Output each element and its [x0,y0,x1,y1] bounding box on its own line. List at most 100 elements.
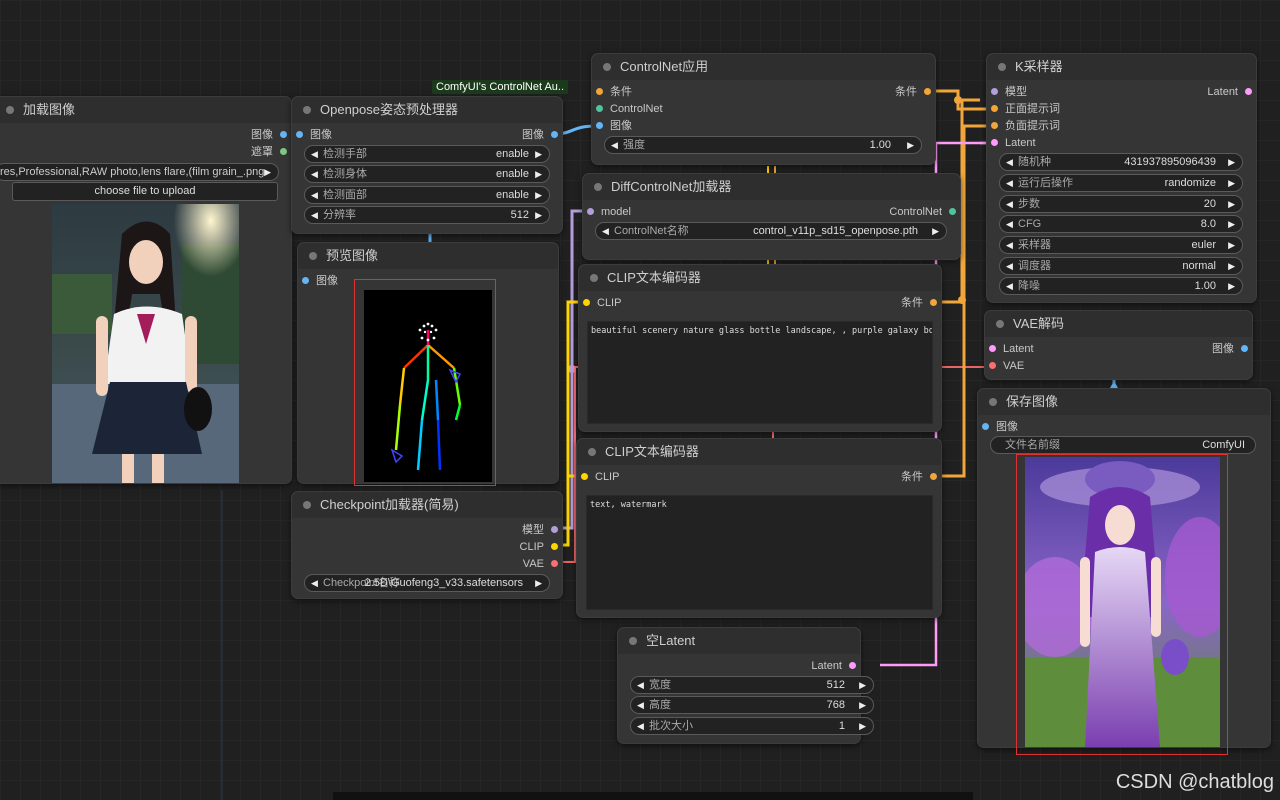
arrow-right-icon[interactable]: ▶ [535,166,542,182]
input-latent[interactable]: Latent [985,341,1034,357]
collapse-dot-icon[interactable] [998,63,1006,71]
steps-input[interactable]: ◀ 步数 20 ▶ [999,195,1243,213]
node-title[interactable]: 加载图像 [0,97,291,123]
arrow-right-icon[interactable]: ▶ [907,137,914,153]
output-controlnet[interactable]: ControlNet [889,204,960,220]
port-dot-icon[interactable] [982,423,989,430]
openpose-node[interactable]: Openpose姿态预处理器 图像 图像 ◀ 检测手部 enable ▶ ◀ 检测身体 e… [291,96,563,234]
arrow-right-icon[interactable]: ▶ [1228,175,1235,191]
port-dot-icon[interactable] [583,299,590,306]
collapse-dot-icon[interactable] [996,320,1004,328]
input-vae[interactable]: VAE [985,358,1024,374]
port-dot-icon[interactable] [949,208,956,215]
collapse-dot-icon[interactable] [603,63,611,71]
input-image[interactable]: 图像 [592,118,632,134]
controlnet-apply-node[interactable]: ControlNet应用 条件 条件 ControlNet 图像 ◀ 强度 1.00… [591,53,936,165]
input-clip[interactable]: CLIP [579,295,621,311]
node-title[interactable]: 预览图像 [298,243,558,269]
node-title[interactable]: Openpose姿态预处理器 [292,97,562,123]
control-after-generate-select[interactable]: ◀ 运行后操作 randomize ▶ [999,174,1243,192]
arrow-right-icon[interactable]: ▶ [1228,196,1235,212]
output-image[interactable]: 图像 [522,127,562,143]
port-dot-icon[interactable] [581,473,588,480]
image-file-select[interactable]: res,Professional,RAW photo,lens flare,(f… [0,163,279,181]
input-conditioning[interactable]: 条件 [592,84,632,100]
prompt-textarea[interactable]: text, watermark [586,495,933,610]
sampler-select[interactable]: ◀ 采样器 euler ▶ [999,236,1243,254]
filename-prefix-input[interactable]: 文件名前缀 ComfyUI [990,436,1256,454]
output-vae[interactable]: VAE [523,556,562,572]
upload-button[interactable]: choose file to upload [12,182,278,201]
diff-controlnet-loader-node[interactable]: DiffControlNet加载器 model ControlNet ◀ Cont… [582,173,961,260]
batch-size-input[interactable]: ◀ 批次大小 1 ▶ [630,717,874,735]
arrow-left-icon[interactable]: ◀ [1006,154,1013,170]
node-title[interactable]: K采样器 [987,54,1256,80]
arrow-left-icon[interactable]: ◀ [1006,216,1013,232]
output-conditioning[interactable]: 条件 [895,84,935,100]
checkpoint-loader-node[interactable]: Checkpoint加载器(简易) 模型 CLIP VAE ◀ Checkpoin… [291,491,563,599]
seed-input[interactable]: ◀ 随机种 431937895096439 ▶ [999,153,1243,171]
arrow-left-icon[interactable]: ◀ [602,223,609,239]
output-latent[interactable]: Latent [1207,84,1256,100]
arrow-right-icon[interactable]: ▶ [535,146,542,162]
output-image[interactable]: 图像 [251,127,291,143]
output-latent[interactable]: Latent [811,658,860,674]
collapse-dot-icon[interactable] [594,183,602,191]
input-latent[interactable]: Latent [987,135,1036,151]
port-dot-icon[interactable] [302,277,309,284]
preview-image-node[interactable]: 预览图像 图像 [297,242,559,486]
arrow-left-icon[interactable]: ◀ [637,718,644,734]
save-image-node[interactable]: 保存图像 图像 文件名前缀 ComfyUI [977,388,1271,755]
arrow-left-icon[interactable]: ◀ [311,187,318,203]
port-dot-icon[interactable] [1241,345,1248,352]
port-dot-icon[interactable] [849,662,856,669]
vae-decode-node[interactable]: VAE解码 Latent 图像 VAE [984,310,1253,380]
input-controlnet[interactable]: ControlNet [592,101,663,117]
input-image[interactable]: 图像 [292,127,332,143]
port-dot-icon[interactable] [930,473,937,480]
arrow-right-icon[interactable]: ▶ [1228,258,1235,274]
port-dot-icon[interactable] [296,131,303,138]
port-dot-icon[interactable] [551,543,558,550]
port-dot-icon[interactable] [991,122,998,129]
collapse-dot-icon[interactable] [590,274,598,282]
collapse-dot-icon[interactable] [303,106,311,114]
collapse-dot-icon[interactable] [989,398,997,406]
arrow-right-icon[interactable]: ▶ [932,223,939,239]
detect-face-select[interactable]: ◀ 检测面部 enable ▶ [304,186,550,204]
controlnet-name-select[interactable]: ◀ ControlNet名称 control_v11p_sd15_openpose.… [595,222,947,240]
port-dot-icon[interactable] [991,105,998,112]
resolution-input[interactable]: ◀ 分辨率 512 ▶ [304,206,550,224]
collapse-dot-icon[interactable] [6,106,14,114]
node-title[interactable]: VAE解码 [985,311,1252,337]
node-title[interactable]: CLIP文本编码器 [577,439,941,465]
arrow-left-icon[interactable]: ◀ [1006,258,1013,274]
strength-input[interactable]: ◀ 强度 1.00 ▶ [604,136,922,154]
arrow-right-icon[interactable]: ▶ [859,718,866,734]
empty-latent-node[interactable]: 空Latent Latent ◀ 宽度 512 ▶ ◀ 高度 768 ▶ ◀ 批次大小 1 ▶ [617,627,874,744]
port-dot-icon[interactable] [1245,88,1252,95]
arrow-right-icon[interactable]: ▶ [535,575,542,591]
height-input[interactable]: ◀ 高度 768 ▶ [630,696,874,714]
arrow-left-icon[interactable]: ◀ [311,146,318,162]
input-negative[interactable]: 负面提示词 [987,118,1060,134]
collapse-dot-icon[interactable] [303,501,311,509]
arrow-right-icon[interactable]: ▶ [859,697,866,713]
node-title[interactable]: 空Latent [618,628,860,654]
cfg-input[interactable]: ◀ CFG 8.0 ▶ [999,215,1243,233]
input-positive[interactable]: 正面提示词 [987,101,1060,117]
arrow-right-icon[interactable]: ▶ [535,187,542,203]
input-model[interactable]: 模型 [987,84,1027,100]
output-conditioning[interactable]: 条件 [901,295,941,311]
denoise-input[interactable]: ◀ 降噪 1.00 ▶ [999,277,1243,295]
arrow-right-icon[interactable]: ▶ [1228,154,1235,170]
port-dot-icon[interactable] [596,105,603,112]
prompt-textarea[interactable]: beautiful scenery nature glass bottle la… [587,321,933,424]
output-clip[interactable]: CLIP [520,539,562,555]
width-input[interactable]: ◀ 宽度 512 ▶ [630,676,874,694]
node-title[interactable]: CLIP文本编码器 [579,265,941,291]
input-image[interactable]: 图像 [978,419,1018,435]
clip-text-encode-positive-node[interactable]: CLIP文本编码器 CLIP 条件 beautiful scenery natu… [578,264,942,432]
arrow-left-icon[interactable]: ◀ [1006,278,1013,294]
arrow-left-icon[interactable]: ◀ [311,207,318,223]
